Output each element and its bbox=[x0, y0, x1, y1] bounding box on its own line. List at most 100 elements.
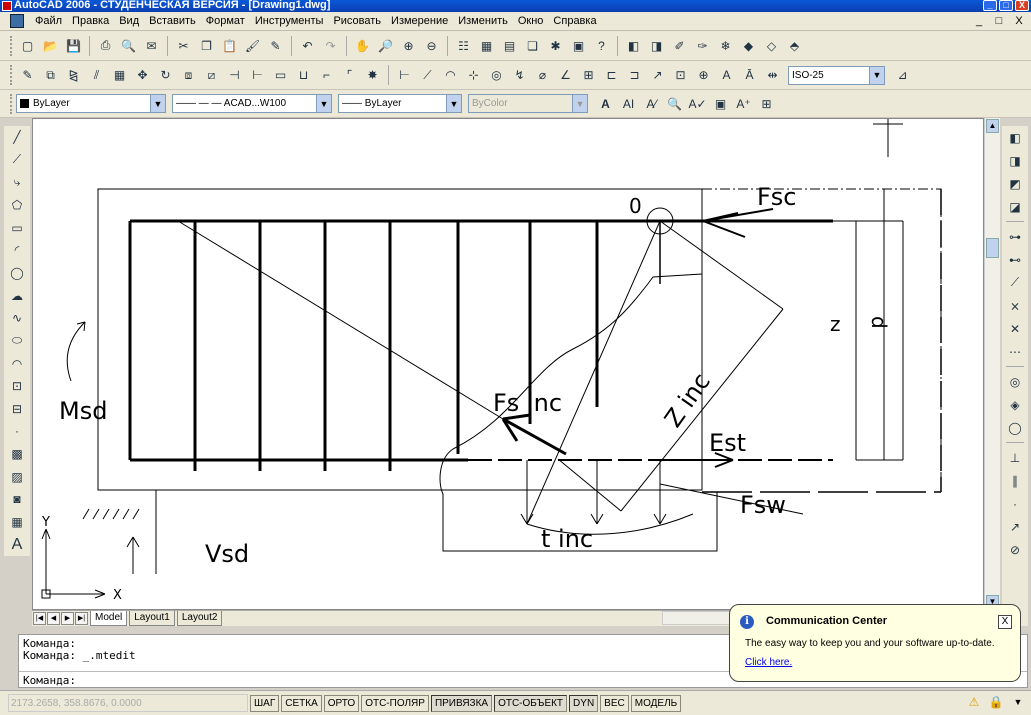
explode-icon[interactable]: ✸ bbox=[363, 65, 383, 85]
autocad-app-icon[interactable] bbox=[2, 1, 12, 11]
menu-format[interactable]: Формат bbox=[201, 12, 250, 31]
join-icon[interactable]: ⊔ bbox=[294, 65, 314, 85]
warning-icon[interactable]: ⚠ bbox=[965, 693, 983, 711]
stretch-icon[interactable]: ⧄ bbox=[202, 65, 222, 85]
menu-help[interactable]: Справка bbox=[548, 12, 601, 31]
spell-check-icon[interactable]: A✓ bbox=[688, 94, 708, 114]
designcenter-icon[interactable]: ▦ bbox=[477, 36, 497, 56]
lock-icon[interactable]: 🔒 bbox=[987, 693, 1005, 711]
save-icon[interactable]: 💾 bbox=[64, 36, 84, 56]
center-mark-icon[interactable]: ⊕ bbox=[694, 65, 714, 85]
arc-icon[interactable]: ◜ bbox=[7, 240, 27, 261]
command-prompt[interactable]: Команда: bbox=[23, 675, 76, 687]
cut-icon[interactable]: ✂ bbox=[174, 36, 194, 56]
tab-prev-icon[interactable]: ◀ bbox=[47, 612, 60, 625]
mtext-icon[interactable]: AI bbox=[619, 94, 639, 114]
coordinates-readout[interactable]: 2173.2658, 358.8676, 0.0000 bbox=[8, 694, 248, 712]
qleader-icon[interactable]: ↗ bbox=[648, 65, 668, 85]
grid-toggle[interactable]: СЕТКА bbox=[281, 694, 322, 712]
extend-icon[interactable]: ⊢ bbox=[248, 65, 268, 85]
rectangle-icon[interactable]: ▭ bbox=[7, 218, 27, 239]
region-icon[interactable]: ◙ bbox=[7, 489, 27, 510]
dim-continue-icon[interactable]: ⊐ bbox=[625, 65, 645, 85]
find-text-icon[interactable]: 🔍 bbox=[665, 94, 685, 114]
dim-edit-icon[interactable]: A bbox=[717, 65, 737, 85]
justify-text-icon[interactable]: A⁺ bbox=[734, 94, 754, 114]
text-scale-icon[interactable]: ▣ bbox=[711, 94, 731, 114]
calculator-icon[interactable]: ▣ bbox=[569, 36, 589, 56]
open-icon[interactable]: 📂 bbox=[41, 36, 61, 56]
menu-draw[interactable]: Рисовать bbox=[328, 12, 386, 31]
maximize-button[interactable]: □ bbox=[999, 0, 1013, 11]
vertical-scrollbar[interactable]: ▲ ▼ bbox=[984, 118, 1000, 610]
table-icon[interactable]: ▦ bbox=[7, 512, 27, 533]
brush-icon[interactable]: ✎ bbox=[266, 36, 286, 56]
chevron-down-icon[interactable]: ▼ bbox=[150, 95, 165, 112]
model-toggle[interactable]: МОДЕЛЬ bbox=[630, 694, 682, 712]
layer-merge-icon[interactable]: ⬘ bbox=[785, 36, 805, 56]
zoom-realtime-icon[interactable]: 🔎 bbox=[376, 36, 396, 56]
line-icon[interactable]: ╱ bbox=[7, 127, 27, 148]
balloon-link[interactable]: Click here. bbox=[745, 657, 792, 668]
markup-icon[interactable]: ✱ bbox=[546, 36, 566, 56]
layer-tool-2-icon[interactable]: ◨ bbox=[1005, 150, 1025, 171]
snap-intersection-icon[interactable]: ✕ bbox=[1005, 318, 1025, 339]
tab-first-icon[interactable]: |◀ bbox=[33, 612, 46, 625]
offset-icon[interactable]: ⫽ bbox=[87, 65, 107, 85]
menu-file[interactable]: Файл bbox=[30, 12, 67, 31]
rotate-icon[interactable]: ↻ bbox=[156, 65, 176, 85]
dim-angular-icon[interactable]: ∠ bbox=[556, 65, 576, 85]
revcloud-icon[interactable]: ☁ bbox=[7, 285, 27, 306]
layer-off-icon[interactable]: ✑ bbox=[693, 36, 713, 56]
layer-change-icon[interactable]: ◇ bbox=[762, 36, 782, 56]
menu-edit[interactable]: Правка bbox=[67, 12, 114, 31]
mirror-icon[interactable]: ⧎ bbox=[64, 65, 84, 85]
layer-prev-icon[interactable]: ◨ bbox=[647, 36, 667, 56]
text-style-icon[interactable]: A bbox=[596, 94, 616, 114]
tab-layout1[interactable]: Layout1 bbox=[129, 611, 175, 626]
chamfer-icon[interactable]: ⌐ bbox=[317, 65, 337, 85]
snap-quadrant-icon[interactable]: ◈ bbox=[1005, 394, 1025, 415]
dim-jogged-icon[interactable]: ↯ bbox=[510, 65, 530, 85]
dim-arc-icon[interactable]: ◠ bbox=[441, 65, 461, 85]
menu-insert[interactable]: Вставить bbox=[144, 12, 201, 31]
menu-modify[interactable]: Изменить bbox=[453, 12, 513, 31]
layer-state-icon[interactable]: ✐ bbox=[670, 36, 690, 56]
document-icon[interactable] bbox=[10, 14, 24, 28]
insert-block-icon[interactable]: ⊡ bbox=[7, 376, 27, 397]
linetype-select[interactable]: —— — — ACAD...W100 ▼ bbox=[172, 94, 332, 113]
ortho-toggle[interactable]: ОРТО bbox=[323, 694, 360, 712]
snap-nearest-icon[interactable]: ↗ bbox=[1005, 516, 1025, 537]
dim-text-edit-icon[interactable]: Ā bbox=[740, 65, 760, 85]
layer-icon[interactable]: ◧ bbox=[624, 36, 644, 56]
dimstyle-manager-icon[interactable]: ⊿ bbox=[893, 65, 913, 85]
paste-icon[interactable]: 📋 bbox=[220, 36, 240, 56]
properties-icon[interactable]: ☷ bbox=[454, 36, 474, 56]
snap-center-icon[interactable]: ◎ bbox=[1005, 371, 1025, 392]
chevron-down-icon[interactable]: ▼ bbox=[316, 95, 331, 112]
menu-window[interactable]: Окно bbox=[513, 12, 549, 31]
array-icon[interactable]: ▦ bbox=[110, 65, 130, 85]
layer-tool-4-icon[interactable]: ◪ bbox=[1005, 196, 1025, 217]
preview-icon[interactable]: 🔍 bbox=[119, 36, 139, 56]
snap-perpendicular-icon[interactable]: ⊥ bbox=[1005, 447, 1025, 468]
trim-icon[interactable]: ⊣ bbox=[225, 65, 245, 85]
toolbar-grip[interactable] bbox=[10, 65, 13, 85]
toolbar-grip[interactable] bbox=[10, 35, 13, 56]
gradient-icon[interactable]: ▨ bbox=[7, 466, 27, 487]
minimize-button[interactable]: _ bbox=[983, 0, 997, 11]
layer-freeze-icon[interactable]: ❄ bbox=[716, 36, 736, 56]
dim-diameter-icon[interactable]: ⌀ bbox=[533, 65, 553, 85]
snap-toggle[interactable]: ШАГ bbox=[250, 694, 280, 712]
doc-restore-button[interactable]: □ bbox=[991, 14, 1007, 28]
layer-tool-1-icon[interactable]: ◧ bbox=[1005, 127, 1025, 148]
tolerance-icon[interactable]: ⊡ bbox=[671, 65, 691, 85]
balloon-close-button[interactable]: X bbox=[998, 615, 1012, 629]
dim-radius-icon[interactable]: ◎ bbox=[487, 65, 507, 85]
hatch-icon[interactable]: ▩ bbox=[7, 444, 27, 465]
lineweight-select[interactable]: —— ByLayer ▼ bbox=[338, 94, 462, 113]
pan-icon[interactable]: ✋ bbox=[353, 36, 373, 56]
layer-tool-3-icon[interactable]: ◩ bbox=[1005, 173, 1025, 194]
snap-temp-track-icon[interactable]: ⊶ bbox=[1005, 226, 1025, 247]
menu-dimension[interactable]: Измерение bbox=[386, 12, 453, 31]
